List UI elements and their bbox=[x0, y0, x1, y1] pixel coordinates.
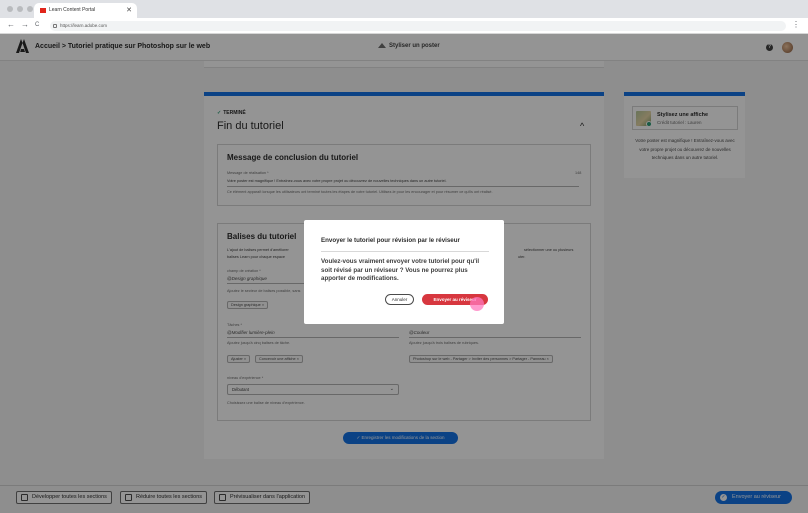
url-text: https://learn.adobe.com bbox=[60, 23, 108, 28]
dialog-body: Voulez-vous vraiment envoyer votre tutor… bbox=[321, 258, 480, 282]
cancel-button[interactable]: Annuler bbox=[385, 294, 414, 305]
browser-menu-icon[interactable]: ⋮ bbox=[792, 20, 800, 29]
address-bar: ← → C https://learn.adobe.com ⋮ bbox=[0, 18, 808, 34]
browser-tab[interactable]: Learn Content Portal ✕ bbox=[34, 3, 137, 18]
lock-icon bbox=[53, 24, 57, 28]
dialog-title: Envoyer le tutoriel pour révision par le… bbox=[321, 237, 460, 244]
confirm-dialog: Envoyer le tutoriel pour révision par le… bbox=[304, 220, 504, 324]
forward-icon[interactable]: → bbox=[21, 20, 29, 29]
back-icon[interactable]: ← bbox=[7, 20, 15, 29]
tab-close-icon[interactable]: ✕ bbox=[126, 3, 132, 18]
tab-title: Learn Content Portal bbox=[49, 7, 96, 13]
dialog-divider bbox=[321, 251, 489, 252]
click-cursor-indicator bbox=[470, 297, 484, 311]
browser-tabbar: Learn Content Portal ✕ bbox=[0, 0, 808, 18]
reload-icon[interactable]: C bbox=[35, 22, 39, 28]
window-controls[interactable] bbox=[7, 6, 33, 12]
url-field[interactable]: https://learn.adobe.com bbox=[50, 21, 786, 31]
adobe-favicon-icon bbox=[40, 8, 46, 13]
